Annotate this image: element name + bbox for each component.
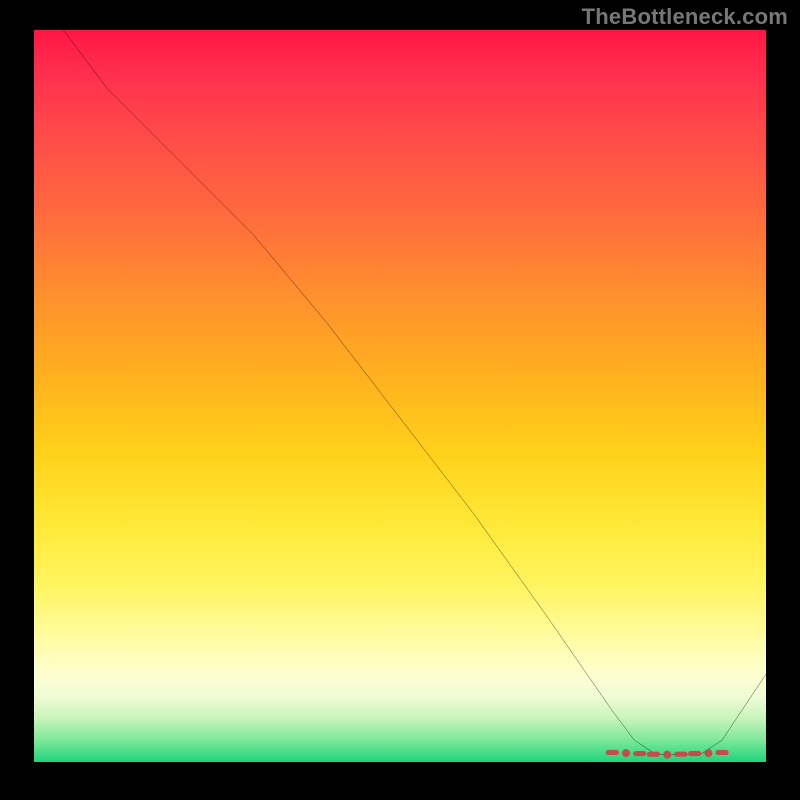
marker-dot xyxy=(704,749,712,757)
marker-dash xyxy=(688,751,701,756)
marker-dash xyxy=(715,750,728,755)
marker-dash xyxy=(674,752,687,757)
marker-dot xyxy=(663,751,671,759)
watermark-text: TheBottleneck.com xyxy=(582,4,788,30)
marker-dash xyxy=(606,750,619,755)
chart-frame: TheBottleneck.com xyxy=(0,0,800,800)
valley-markers xyxy=(34,30,766,762)
marker-dash xyxy=(633,751,646,756)
plot-area xyxy=(34,30,766,762)
marker-cluster xyxy=(606,749,729,759)
marker-dot xyxy=(622,749,630,757)
marker-dash xyxy=(647,752,660,757)
